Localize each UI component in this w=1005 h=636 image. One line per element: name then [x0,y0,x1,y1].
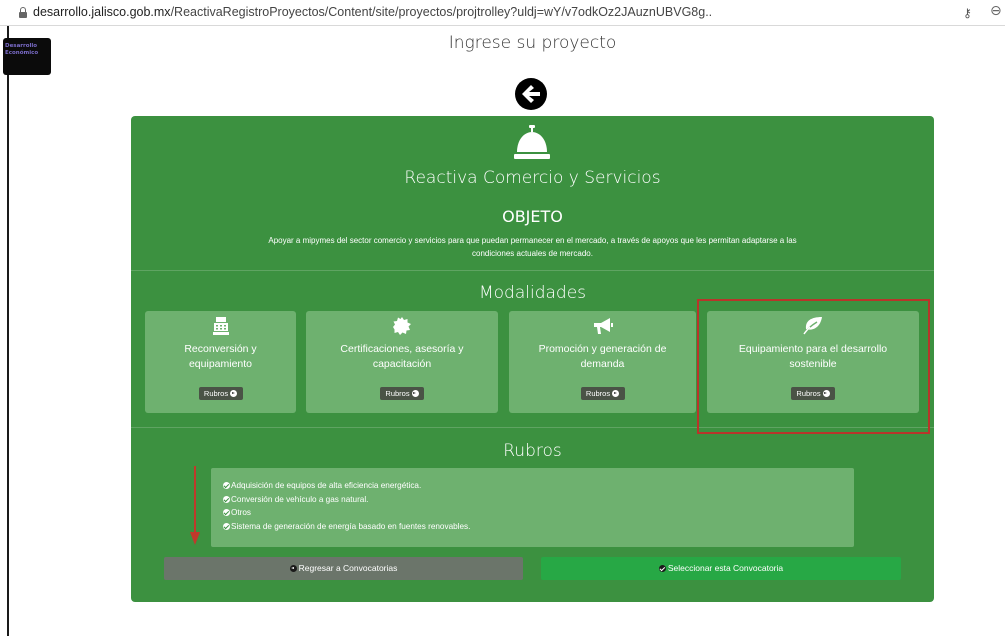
program-title: Reactiva Comercio y Servicios [404,168,661,188]
modalidad-label: Promoción y generación de demanda [538,343,667,370]
cash-register-icon [145,317,296,337]
select-convocatoria-button[interactable]: Seleccionar esta Convocatoria [541,557,901,580]
rubros-list: Adquisición de equipos de alta eficienci… [211,468,854,547]
objeto-heading: OBJETO [502,207,563,226]
modalidad-label: Certificaciones, asesoría y capacitación [340,343,464,370]
rubros-button[interactable]: Rubros [198,387,243,400]
browser-address-bar[interactable]: desarrollo.jalisco.gob.mx/ReactivaRegist… [0,0,1005,26]
list-item: Otros [223,506,842,520]
modalidad-card-certificaciones[interactable]: Certificaciones, asesoría y capacitación… [306,311,498,413]
rubros-button[interactable]: Rubros [580,387,625,400]
page-edge [7,26,9,636]
check-circle-icon [223,482,230,489]
zoom-icon[interactable]: ⊖ [990,3,1002,19]
back-to-convocatorias-button[interactable]: Regresar a Convocatorias [164,557,523,580]
check-circle-icon [658,565,666,572]
list-item: Adquisición de equipos de alta eficienci… [223,479,842,493]
modalidad-card-reconversion[interactable]: Reconversión y equipamiento Rubros [145,311,296,413]
modalidad-card-promocion[interactable]: Promoción y generación de demanda Rubros [509,311,696,413]
key-icon[interactable]: ⚷ [963,6,972,20]
certificate-icon [306,317,498,337]
page-title: Ingrese su proyecto [448,33,617,53]
list-item: Sistema de generación de energía basado … [223,520,842,534]
back-arrow-icon[interactable] [514,77,548,111]
objeto-text: Apoyar a mipymes del sector comercio y s… [268,236,797,258]
highlight-box [697,299,930,434]
lock-icon [19,7,27,18]
red-arrow-annotation [190,466,200,545]
list-item: Conversión de vehículo a gas natural. [223,493,842,507]
circle-arrow-right-icon [612,390,620,397]
circle-arrow-right-icon [230,390,238,397]
check-circle-icon [223,522,230,530]
divider [131,270,934,271]
circle-arrow-left-icon [289,565,297,572]
url-text[interactable]: desarrollo.jalisco.gob.mx/ReactivaRegist… [33,5,712,19]
service-bell-icon [514,125,550,159]
check-circle-icon [223,495,230,503]
rubros-heading: Rubros [503,441,562,461]
modalidad-label: Reconversión y equipamiento [184,343,257,370]
check-circle-icon [223,509,230,516]
circle-arrow-right-icon [411,390,419,397]
rubros-button[interactable]: Rubros [380,387,424,400]
megaphone-icon [509,317,696,337]
